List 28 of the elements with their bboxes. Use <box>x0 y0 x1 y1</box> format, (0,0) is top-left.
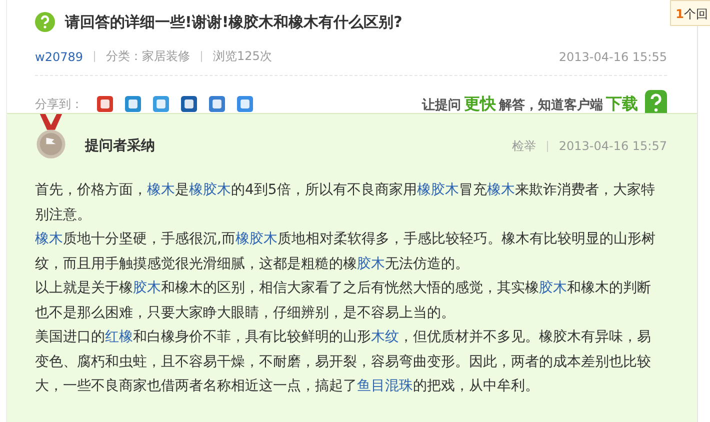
keyword-link[interactable]: 鱼目混珠 <box>357 378 413 394</box>
view-count: 浏览125次 <box>213 48 272 65</box>
question-title: 请回答的详细一些!谢谢!橡胶木和橡木有什么区别? <box>65 12 402 32</box>
category-text: 分类：家居装修 <box>106 48 190 65</box>
keyword-link[interactable]: 红橡 <box>105 329 133 345</box>
keyword-link[interactable]: 胶木 <box>539 280 567 296</box>
author-link[interactable]: w20789 <box>35 50 83 64</box>
keyword-link[interactable]: 橡胶木 <box>416 182 459 198</box>
accepted-label: 提问者采纳 <box>85 137 155 155</box>
keyword-link[interactable]: 橡胶木 <box>235 231 278 247</box>
answer-paragraph: 美国进口的红橡和白橡身价不菲，具有比较鲜明的山形木纹，但优质材并不多见。橡胶木有异味，易变色、腐朽和虫蛀，且不容易干燥，不耐磨，易开裂，容易弯曲变形。因此，两者的成本差别也比较大，一些不良商家也借两者名称相近这一点，搞起了鱼目混珠的把戏，从中牟利。 <box>35 328 652 396</box>
share-label: 分享到： <box>35 96 83 112</box>
medal-icon <box>35 114 67 160</box>
promo-text[interactable]: 让提问 更快 解答，知道客户端 下载 <box>422 94 641 114</box>
keyword-link[interactable]: 橡胶木 <box>189 182 231 198</box>
question-icon <box>35 12 55 32</box>
answer-time: 2013-04-16 15:57 <box>558 139 667 153</box>
question-time: 2013-04-16 15:55 <box>558 50 667 64</box>
answer-paragraph: 首先，价格方面，橡木是橡胶木的4到5倍，所以有不良商家用橡胶木冒充橡木来欺诈消费者，大家特别注意。 <box>35 181 656 224</box>
keyword-link[interactable]: 胶木 <box>133 280 161 296</box>
keyword-link[interactable]: 橡木 <box>147 182 175 198</box>
answer-paragraph: 以上就是关于橡胶木和橡木的区别，相信大家看了之后有恍然大悟的感觉，其实橡胶木和橡木的判断也不是那么困难，只要大家睁大眼睛，仔细辨别，是不容易上当的。 <box>35 279 652 322</box>
answer-paragraph: 橡木质地十分坚硬，手感很沉,而橡胶木质地相对柔软得多，手感比较轻巧。橡木有比较明显的山形树纹，而且用手触摸感觉很光滑细腻，这都是粗糙的橡胶木无法仿造的。 <box>35 230 656 274</box>
keyword-link[interactable]: 胶木 <box>357 256 385 272</box>
keyword-link[interactable]: 木纹 <box>371 329 399 345</box>
keyword-link[interactable]: 橡木 <box>35 231 63 247</box>
answer-count-tab[interactable]: 1个回 <box>670 0 710 26</box>
keyword-link[interactable]: 橡木 <box>486 182 515 198</box>
